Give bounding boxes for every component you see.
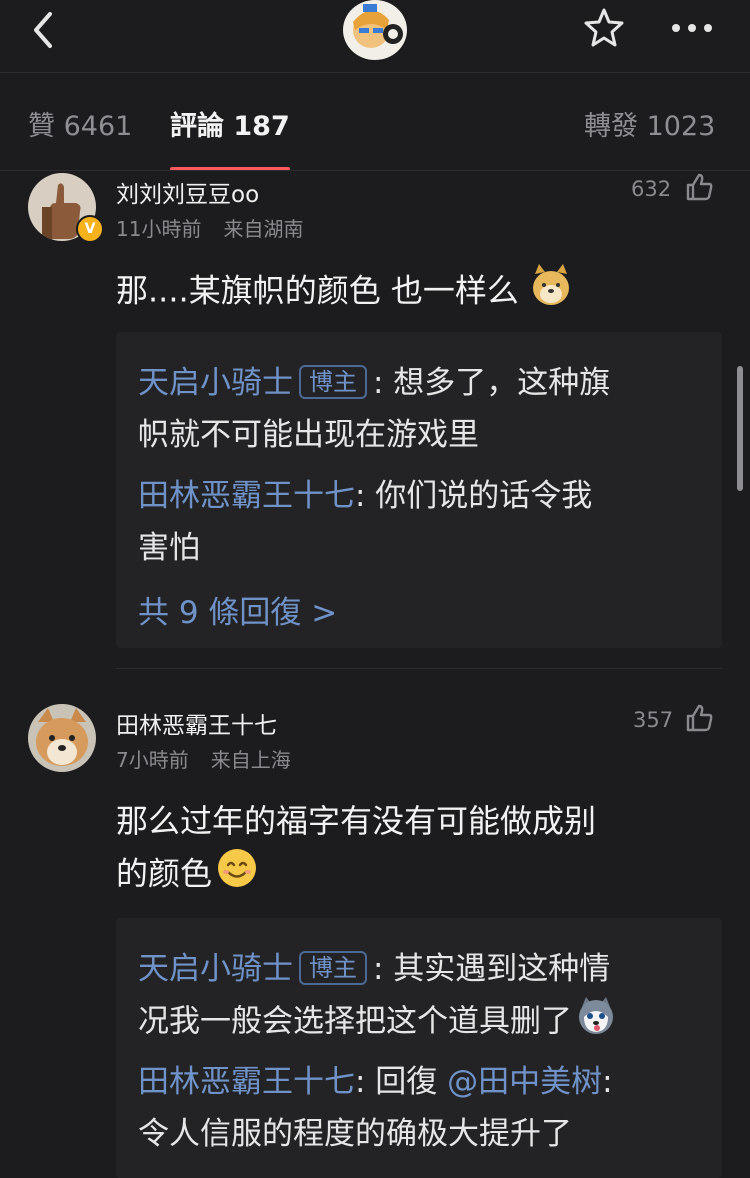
chevron-left-icon[interactable] [24, 8, 64, 52]
thumbs-up-icon[interactable] [684, 703, 714, 733]
tab-likes[interactable]: 贊 6461 [28, 104, 132, 143]
avatar[interactable] [28, 704, 96, 772]
verified-badge: V [76, 215, 104, 243]
like-count: 632 [631, 177, 672, 201]
husky-emoji-icon [576, 995, 616, 1051]
comment-divider [116, 668, 722, 669]
reply-line: 帜就不可能出现在游戏里 [138, 417, 479, 453]
reply-text: : 想多了，这种旗 [373, 365, 611, 401]
comment-location: 来自湖南 [223, 217, 304, 241]
view-more-replies-link[interactable]: 共 9 條回復 > [138, 587, 337, 632]
reply-line: 田林恶霸王十七: 你们说的话令我 [138, 470, 592, 522]
reply-line: 天启小骑士 博主: 其实遇到这种情 [138, 943, 610, 995]
comment-time: 11小時前 [116, 217, 202, 241]
comment-location: 来自上海 [210, 748, 291, 772]
reply-line: 田林恶霸王十七: 回復 @田中美树: [138, 1056, 613, 1108]
reply-text: : 你们说的话令我 [355, 478, 593, 514]
more-horizontal-icon[interactable] [668, 8, 716, 48]
top-bar [0, 0, 750, 73]
reply-username[interactable]: 天启小骑士 [138, 951, 293, 987]
comment-username[interactable]: 刘刘刘豆豆oo [116, 175, 259, 209]
smile-emoji-icon [216, 847, 258, 904]
tab-comments[interactable]: 評論 187 [170, 104, 290, 143]
tab-divider [0, 170, 750, 171]
reply-text: : 其实遇到这种情 [373, 951, 611, 987]
mention-link[interactable]: @田中美树 [447, 1064, 602, 1100]
comment-text: 那么过年的福字有没有可能做成别 [116, 802, 597, 840]
author-avatar[interactable] [343, 0, 407, 60]
doge-emoji-icon [529, 264, 573, 321]
comment-text-content: 的颜色 [116, 854, 213, 893]
like-count: 357 [633, 708, 674, 732]
comment-meta: 11小時前 来自湖南 [116, 213, 303, 242]
author-badge: 博主 [299, 950, 367, 985]
tab-reposts[interactable]: 轉發 1023 [584, 104, 715, 143]
comment-username[interactable]: 田林恶霸王十七 [116, 706, 277, 740]
star-icon[interactable] [582, 6, 626, 50]
reply-text: : 回復 [355, 1064, 448, 1100]
reply-line: 害怕 [138, 530, 200, 566]
author-badge: 博主 [299, 364, 367, 399]
reply-line: 令人信服的程度的确极大提升了 [138, 1116, 572, 1152]
thumbs-up-icon[interactable] [684, 172, 714, 202]
comment-text: 的颜色 [116, 847, 258, 904]
comment-meta: 7小時前 来自上海 [116, 744, 291, 773]
reply-line: 天启小骑士 博主: 想多了，这种旗 [138, 357, 610, 409]
reply-text: 况我一般会选择把这个道具删了 [138, 1003, 572, 1040]
scrollbar[interactable] [737, 366, 743, 491]
comment-text-content: 那....某旗帜的颜色 也一样么 [116, 271, 519, 310]
reply-username[interactable]: 田林恶霸王十七 [138, 1064, 355, 1100]
reply-text: : [602, 1064, 613, 1100]
reply-username[interactable]: 天启小骑士 [138, 365, 293, 401]
comment-time: 7小時前 [116, 748, 189, 772]
reply-line: 况我一般会选择把这个道具删了 [138, 995, 616, 1051]
reply-username[interactable]: 田林恶霸王十七 [138, 478, 355, 514]
comment-text: 那....某旗帜的颜色 也一样么 [116, 264, 573, 321]
